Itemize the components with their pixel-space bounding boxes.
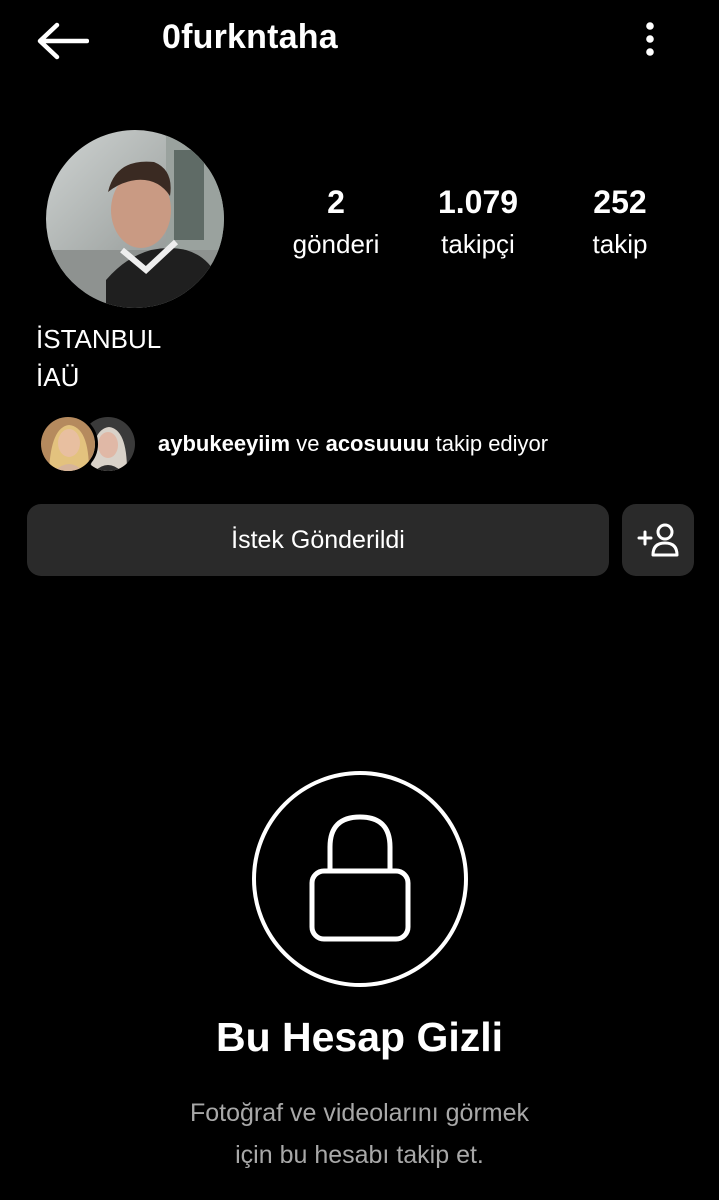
more-vertical-icon — [646, 22, 654, 56]
profile-username: 0furkntaha — [162, 18, 338, 56]
profile-page: 0furkntaha 2 gönderi 1.079 takipçi 252 t… — [0, 0, 719, 1200]
add-person-icon — [637, 523, 679, 557]
stat-followers[interactable]: 1.079 takipçi — [403, 182, 553, 262]
stat-following[interactable]: 252 takip — [545, 182, 695, 262]
following-label: takip — [592, 229, 648, 259]
profile-avatar[interactable] — [46, 130, 224, 308]
mutual-username[interactable]: acosuuuu — [326, 431, 430, 456]
followed-by-row[interactable]: aybukeeyiim ve acosuuuu takip ediyor — [38, 414, 698, 476]
private-lock-circle — [252, 771, 468, 987]
connector-text: ve — [296, 431, 320, 456]
posts-label: gönderi — [292, 229, 380, 259]
posts-count: 2 — [327, 184, 345, 220]
arrow-left-icon — [37, 22, 89, 60]
description-line: için bu hesabı takip et. — [235, 1141, 484, 1169]
back-button[interactable] — [34, 20, 90, 62]
followed-by-suffix: takip ediyor — [435, 431, 549, 456]
following-count: 252 — [593, 184, 647, 220]
private-account-description: Fotoğraf ve videolarını görmek için bu h… — [0, 1092, 719, 1176]
mutual-username[interactable]: aybukeeyiim — [158, 431, 290, 456]
top-bar: 0furkntaha — [0, 0, 719, 80]
lock-icon — [309, 814, 411, 942]
more-options-button[interactable] — [630, 18, 670, 60]
bio-line: İAÜ — [36, 362, 80, 392]
description-line: Fotoğraf ve videolarını görmek — [189, 1099, 530, 1127]
private-account-title: Bu Hesap Gizli — [215, 1014, 504, 1060]
request-sent-button[interactable]: İstek Gönderildi — [27, 504, 609, 576]
stat-posts[interactable]: 2 gönderi — [261, 182, 411, 262]
profile-bio: İSTANBUL İAÜ — [36, 320, 161, 396]
bio-line: İSTANBUL — [36, 324, 162, 354]
mutual-avatar — [38, 414, 98, 474]
followers-label: takipçi — [441, 229, 515, 259]
followed-by-text: aybukeeyiim ve acosuuuu takip ediyor — [158, 431, 548, 457]
followers-count: 1.079 — [437, 184, 519, 220]
suggest-users-button[interactable] — [622, 504, 694, 576]
